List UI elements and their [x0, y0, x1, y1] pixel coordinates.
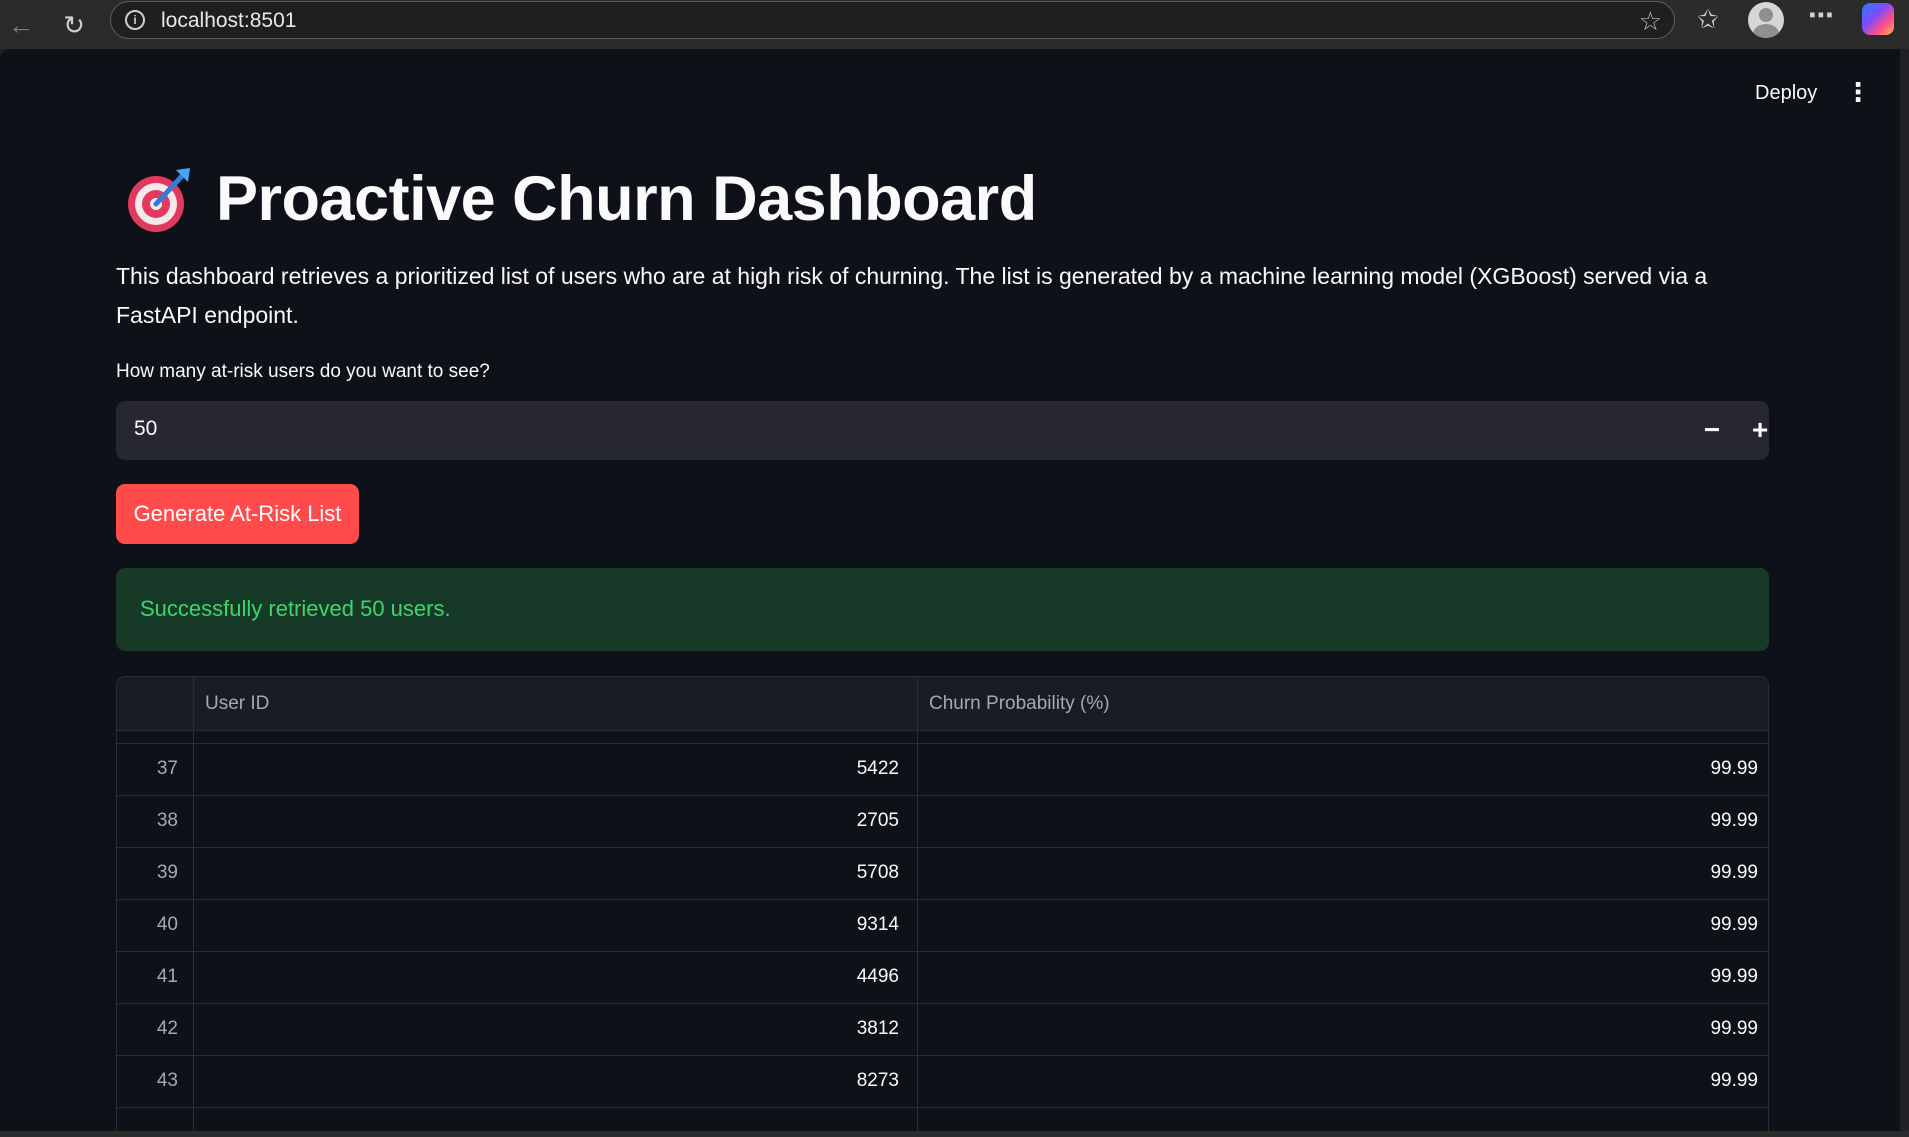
churn-probability-cell[interactable]: 99.99 — [917, 966, 1758, 988]
user-id-cell[interactable]: 9314 — [193, 914, 899, 936]
row-index: 38 — [156, 810, 178, 831]
row-index: 40 — [156, 914, 178, 935]
user-id-cell[interactable]: 5422 — [193, 758, 899, 780]
table-row[interactable]: 43 8273 99.99 — [117, 1056, 1768, 1108]
user-id-cell[interactable]: 2705 — [193, 810, 899, 832]
page-title: Proactive Churn Dashboard — [216, 164, 1037, 234]
success-alert: Successfully retrieved 50 users. — [116, 568, 1769, 651]
page-header: Proactive Churn Dashboard — [124, 159, 1037, 239]
column-header-user-id[interactable]: User ID — [205, 693, 269, 715]
back-arrow-icon[interactable]: ← — [2, 6, 40, 44]
row-index: 42 — [156, 1018, 178, 1039]
user-id-cell[interactable]: 4496 — [193, 966, 899, 988]
table-header: User ID Churn Probability (%) — [117, 677, 1768, 731]
copilot-icon[interactable] — [1862, 3, 1894, 35]
churn-probability-cell[interactable]: 99.99 — [917, 758, 1758, 780]
user-count-number-input[interactable]: 50 − + — [116, 401, 1769, 460]
deploy-button[interactable]: Deploy — [1755, 82, 1817, 105]
table-row[interactable]: 41 4496 99.99 — [117, 952, 1768, 1004]
browser-toolbar: ← ↻ i localhost:8501 ☆ ✩ ⋯ — [0, 0, 1909, 49]
table-row[interactable]: 38 2705 99.99 — [117, 796, 1768, 848]
success-message: Successfully retrieved 50 users. — [140, 596, 451, 621]
user-id-cell[interactable]: 3812 — [193, 1018, 899, 1040]
favorites-icon[interactable]: ✩ — [1697, 4, 1719, 35]
more-options-icon[interactable]: ⋯ — [1808, 0, 1834, 31]
column-header-churn-probability[interactable]: Churn Probability (%) — [929, 693, 1110, 715]
kebab-menu-icon[interactable]: ⋮ — [1845, 75, 1871, 109]
site-info-icon[interactable]: i — [125, 10, 145, 30]
row-index: 39 — [156, 862, 178, 883]
churn-probability-cell[interactable]: 99.99 — [917, 1018, 1758, 1040]
generate-at-risk-list-button[interactable]: Generate At-Risk List — [116, 484, 359, 544]
churn-probability-cell[interactable]: 99.99 — [917, 914, 1758, 936]
churn-probability-cell[interactable]: 99.99 — [917, 810, 1758, 832]
table-row[interactable]: 39 5708 99.99 — [117, 848, 1768, 900]
window-bottom-edge — [0, 1131, 1909, 1137]
dashboard-description: This dashboard retrieves a prioritized l… — [116, 263, 1708, 328]
row-index: 43 — [156, 1070, 178, 1091]
app-page: Deploy ⋮ Proactive Churn Dashboard This … — [0, 49, 1900, 1134]
table-row[interactable]: 37 5422 99.99 — [117, 744, 1768, 796]
reload-icon[interactable]: ↻ — [55, 6, 93, 44]
churn-probability-cell[interactable]: 99.99 — [917, 862, 1758, 884]
favorite-star-icon[interactable]: ☆ — [1639, 6, 1662, 37]
profile-avatar[interactable] — [1748, 2, 1784, 38]
number-input-label: How many at-risk users do you want to se… — [116, 361, 490, 382]
at-risk-users-table[interactable]: User ID Churn Probability (%) 37 5422 99… — [116, 676, 1769, 1134]
decrement-button[interactable]: − — [1694, 413, 1730, 449]
user-count-value[interactable]: 50 — [134, 417, 157, 441]
user-id-cell[interactable]: 8273 — [193, 1070, 899, 1092]
row-index: 37 — [156, 758, 178, 779]
url-text[interactable]: localhost:8501 — [161, 9, 296, 33]
table-row[interactable]: 40 9314 99.99 — [117, 900, 1768, 952]
address-bar[interactable]: i localhost:8501 ☆ — [110, 1, 1675, 39]
direct-hit-target-icon — [124, 164, 194, 234]
churn-probability-cell[interactable]: 99.99 — [917, 1070, 1758, 1092]
increment-button[interactable]: + — [1742, 413, 1778, 449]
row-index: 41 — [156, 966, 178, 987]
table-row[interactable]: 42 3812 99.99 — [117, 1004, 1768, 1056]
user-id-cell[interactable]: 5708 — [193, 862, 899, 884]
